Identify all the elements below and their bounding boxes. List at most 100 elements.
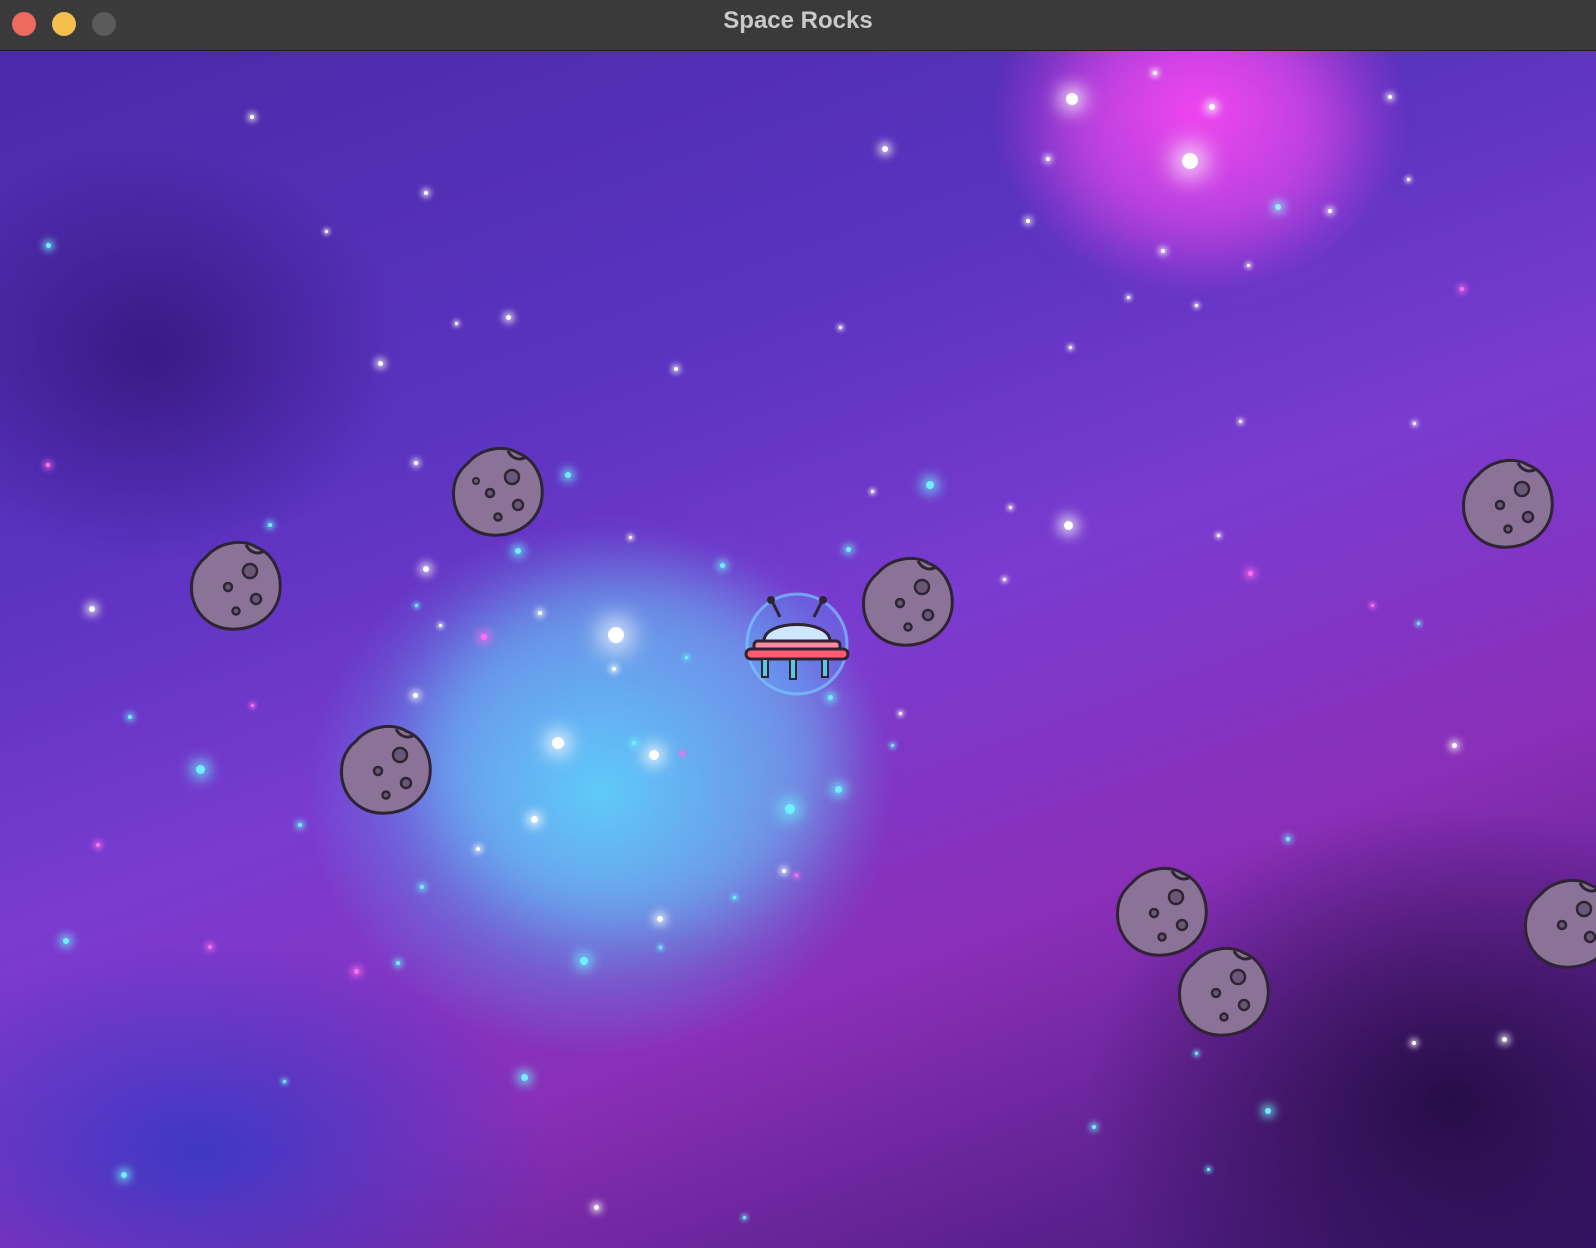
star bbox=[882, 146, 888, 152]
star bbox=[45, 242, 51, 248]
star bbox=[438, 623, 442, 627]
star bbox=[268, 523, 272, 527]
star bbox=[250, 115, 254, 119]
star bbox=[1206, 1167, 1210, 1171]
star bbox=[612, 667, 616, 671]
window-title: Space Rocks bbox=[723, 7, 873, 34]
star bbox=[1026, 219, 1030, 223]
star bbox=[1063, 520, 1073, 530]
star bbox=[1194, 303, 1198, 307]
star bbox=[505, 314, 511, 320]
star bbox=[1275, 204, 1281, 210]
star bbox=[1216, 533, 1220, 537]
star bbox=[424, 191, 428, 195]
star bbox=[552, 737, 564, 749]
star bbox=[121, 1172, 127, 1178]
star bbox=[46, 463, 50, 467]
star bbox=[632, 741, 636, 745]
star bbox=[481, 634, 487, 640]
star bbox=[1460, 287, 1464, 291]
star bbox=[128, 715, 132, 719]
game-canvas[interactable] bbox=[0, 51, 1596, 1248]
star bbox=[898, 711, 902, 715]
star bbox=[454, 321, 458, 325]
asteroid bbox=[190, 540, 282, 631]
star bbox=[353, 968, 359, 974]
star bbox=[1126, 295, 1130, 299]
star bbox=[420, 885, 424, 889]
title-bar[interactable]: Space Rocks bbox=[0, 0, 1596, 51]
star bbox=[1209, 104, 1215, 110]
star bbox=[96, 843, 100, 847]
asteroid bbox=[452, 446, 544, 537]
star bbox=[649, 750, 659, 760]
star bbox=[414, 461, 418, 465]
star bbox=[250, 703, 254, 707]
star bbox=[1182, 153, 1198, 169]
star bbox=[732, 895, 736, 899]
star bbox=[834, 785, 842, 793]
star bbox=[608, 627, 624, 643]
star bbox=[845, 546, 851, 552]
asteroid bbox=[1524, 878, 1596, 969]
star bbox=[208, 945, 212, 949]
star bbox=[1153, 71, 1157, 75]
star bbox=[1068, 345, 1072, 349]
star bbox=[1328, 209, 1332, 213]
star bbox=[1002, 577, 1006, 581]
star bbox=[794, 873, 798, 877]
star bbox=[1451, 742, 1457, 748]
star bbox=[530, 815, 538, 823]
star bbox=[785, 804, 795, 814]
star bbox=[89, 606, 95, 612]
star bbox=[515, 548, 521, 554]
star bbox=[1008, 505, 1012, 509]
star bbox=[580, 957, 588, 965]
star bbox=[890, 743, 894, 747]
star bbox=[593, 1204, 599, 1210]
nebula-glow bbox=[1050, 51, 1350, 251]
star bbox=[684, 655, 688, 659]
star bbox=[658, 945, 662, 949]
star bbox=[782, 869, 786, 873]
star bbox=[412, 692, 418, 698]
star bbox=[1501, 1036, 1507, 1042]
star bbox=[414, 603, 418, 607]
star bbox=[1046, 157, 1050, 161]
star bbox=[1406, 177, 1410, 181]
star bbox=[1412, 1041, 1416, 1045]
star bbox=[63, 938, 69, 944]
star bbox=[298, 823, 302, 827]
game-window: Space Rocks bbox=[0, 0, 1596, 1248]
star bbox=[324, 229, 328, 233]
star bbox=[1388, 95, 1392, 99]
star bbox=[926, 481, 934, 489]
star bbox=[1194, 1051, 1198, 1055]
star bbox=[1370, 603, 1374, 607]
star bbox=[628, 535, 632, 539]
star bbox=[520, 1073, 528, 1081]
asteroid bbox=[862, 556, 954, 647]
star bbox=[1286, 837, 1290, 841]
ufo-icon[interactable] bbox=[742, 589, 852, 699]
star bbox=[423, 566, 429, 572]
asteroid bbox=[340, 724, 432, 815]
star bbox=[1416, 621, 1420, 625]
star bbox=[1238, 419, 1242, 423]
star bbox=[377, 360, 383, 366]
star bbox=[838, 325, 842, 329]
asteroid bbox=[1462, 458, 1554, 549]
asteroid bbox=[1178, 946, 1270, 1037]
star bbox=[680, 751, 684, 755]
star bbox=[870, 489, 874, 493]
star bbox=[1066, 93, 1078, 105]
star bbox=[396, 961, 400, 965]
star bbox=[742, 1215, 746, 1219]
star bbox=[476, 847, 480, 851]
star bbox=[565, 472, 571, 478]
star bbox=[282, 1079, 286, 1083]
star bbox=[1265, 1108, 1271, 1114]
star bbox=[1412, 421, 1416, 425]
star bbox=[674, 367, 678, 371]
star bbox=[195, 764, 205, 774]
